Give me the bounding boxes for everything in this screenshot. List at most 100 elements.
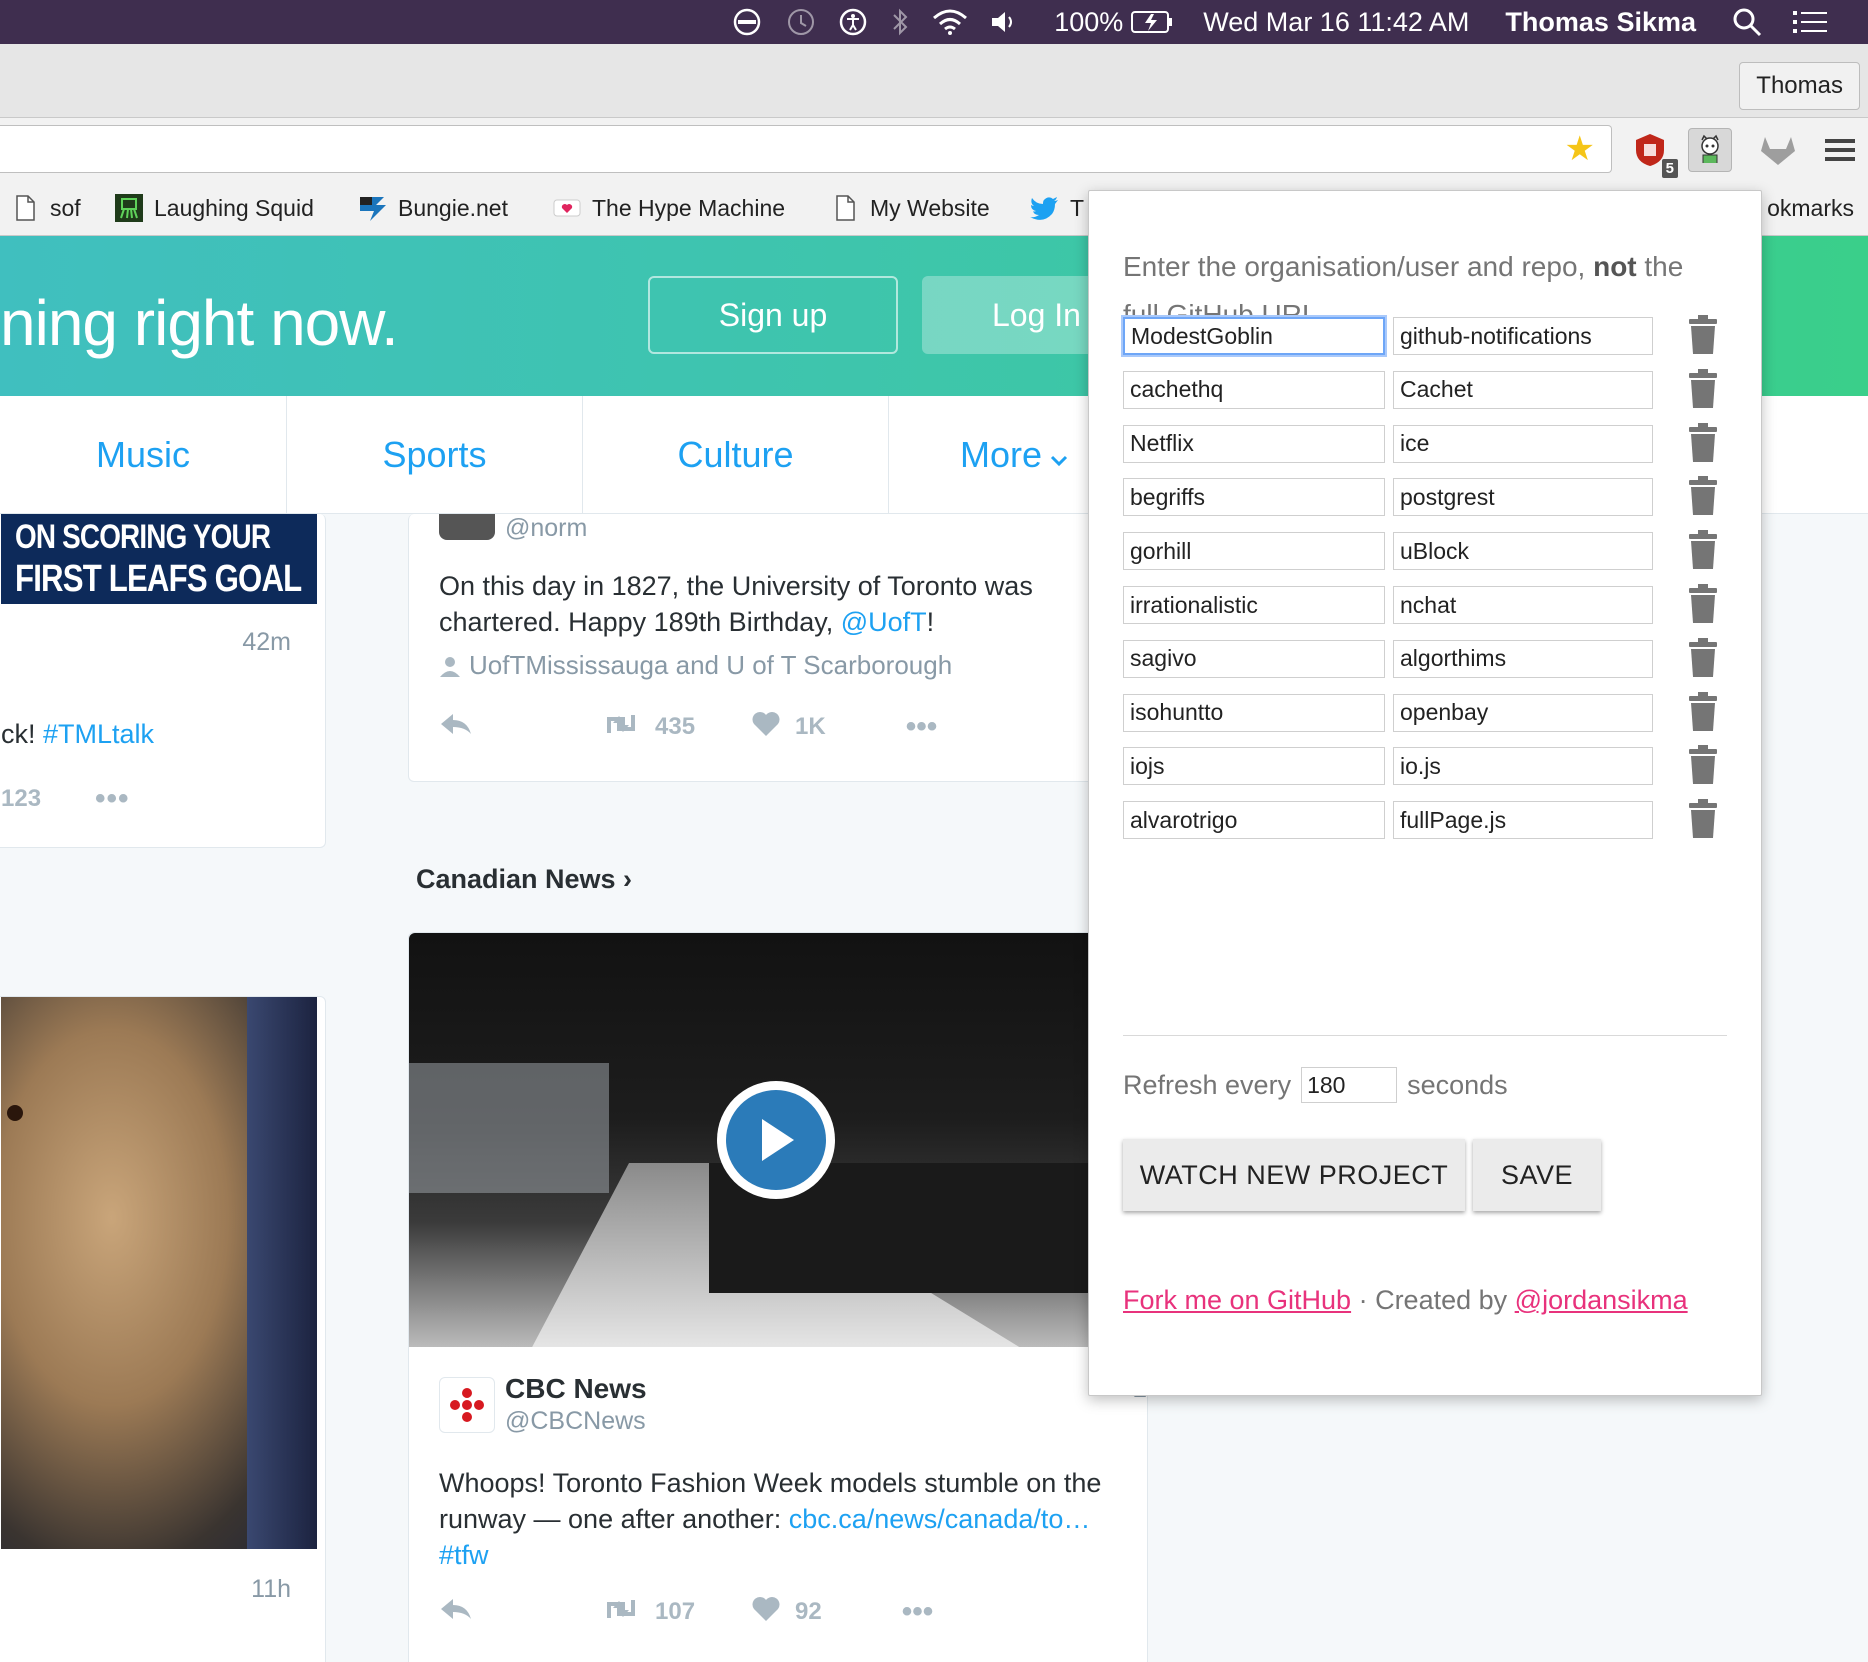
macos-menubar: 100% Wed Mar 16 11:42 AM Thomas Sikma [0, 0, 1868, 44]
refresh-interval-input[interactable] [1301, 1067, 1398, 1103]
watch-new-project-button[interactable]: WATCH NEW PROJECT [1123, 1139, 1465, 1211]
bluetooth-icon[interactable] [890, 7, 910, 37]
trash-icon[interactable] [1689, 476, 1717, 516]
browser-menu-icon[interactable] [1818, 128, 1862, 172]
github-notifications-extension-icon[interactable] [1688, 128, 1732, 172]
repo-input[interactable] [1393, 532, 1653, 571]
bookmark-sof[interactable]: sof [10, 180, 81, 236]
tab-music[interactable]: Music [0, 396, 287, 514]
bookmark-twitter[interactable]: T [1030, 180, 1084, 236]
bookmark-hype-machine[interactable]: The Hype Machine [552, 180, 785, 236]
volume-icon[interactable] [990, 9, 1018, 35]
repo-input[interactable] [1393, 747, 1653, 786]
tweet-context[interactable]: UofTMississauga and U of T Scarborough [439, 650, 952, 681]
trash-icon[interactable] [1689, 799, 1717, 839]
play-button-icon[interactable] [717, 1081, 835, 1199]
ublock-extension-icon[interactable]: 5 [1628, 128, 1678, 178]
blue-fabric [247, 997, 317, 1549]
tweet-handle[interactable]: @CBCNews [505, 1407, 646, 1436]
runway-video[interactable] [409, 933, 1149, 1347]
profile-button[interactable]: Thomas [1739, 62, 1860, 110]
org-input[interactable] [1123, 424, 1385, 463]
trash-icon[interactable] [1689, 315, 1717, 355]
spotlight-search-icon[interactable] [1732, 7, 1762, 37]
org-input[interactable] [1123, 370, 1385, 409]
section-title-canadian-news[interactable]: Canadian News › [416, 864, 632, 895]
trash-icon[interactable] [1689, 422, 1717, 463]
repo-input[interactable] [1393, 801, 1653, 840]
battery-percent: 100% [1054, 6, 1124, 37]
more-options-icon[interactable]: ••• [95, 782, 130, 816]
reply-icon[interactable] [439, 712, 473, 743]
org-input[interactable] [1123, 532, 1385, 571]
org-input[interactable] [1123, 801, 1385, 840]
org-input[interactable] [1123, 317, 1385, 355]
repo-input[interactable] [1393, 586, 1653, 624]
tab-sports[interactable]: Sports [287, 396, 583, 514]
repo-input[interactable] [1393, 639, 1653, 678]
bookmark-my-website[interactable]: My Website [830, 180, 990, 236]
org-input[interactable] [1123, 586, 1385, 624]
org-input[interactable] [1123, 639, 1385, 678]
org-input[interactable] [1123, 478, 1385, 517]
trash-icon[interactable] [1689, 691, 1717, 732]
repo-input[interactable] [1393, 424, 1653, 463]
accessibility-icon[interactable] [838, 7, 868, 37]
signup-button[interactable]: Sign up [648, 276, 898, 354]
teddy-bear-image[interactable] [1, 997, 317, 1549]
do-not-disturb-icon[interactable] [732, 7, 762, 37]
hype-machine-icon [553, 199, 581, 217]
article-link[interactable]: cbc.ca/news/canada/to… [789, 1504, 1091, 1534]
time-machine-icon[interactable] [784, 7, 816, 37]
fork-on-github-link[interactable]: Fork me on GitHub [1123, 1285, 1351, 1315]
org-input[interactable] [1123, 747, 1385, 786]
tweet-card-left: ON SCORING YOUR FIRST LEAFS GOAL 42m ck!… [0, 514, 326, 848]
hashtag-link[interactable]: #TMLtalk [43, 719, 154, 749]
wifi-icon[interactable] [932, 8, 968, 36]
tweet-time[interactable]: 11h [251, 1575, 291, 1604]
tweet-handle[interactable]: @norm [505, 514, 587, 543]
org-input[interactable] [1123, 693, 1385, 732]
gitlab-extension-icon[interactable] [1756, 128, 1800, 172]
cbc-avatar[interactable] [439, 1377, 495, 1433]
tweet-card-bear: 11h [0, 996, 326, 1662]
address-bar[interactable]: ★ [0, 125, 1612, 173]
extension-badge: 5 [1661, 159, 1678, 178]
other-bookmarks[interactable]: okmarks [1767, 180, 1854, 236]
tweet-image-leafs[interactable]: ON SCORING YOUR FIRST LEAFS GOAL [1, 514, 317, 604]
trash-icon[interactable] [1689, 745, 1717, 785]
reply-icon[interactable] [439, 1597, 473, 1628]
heart-icon[interactable] [751, 711, 781, 744]
menubar-user[interactable]: Thomas Sikma [1505, 7, 1696, 38]
heart-icon[interactable] [751, 1596, 781, 1629]
bookmark-bungie[interactable]: Bungie.net [358, 180, 508, 236]
bookmark-star-icon[interactable]: ★ [1565, 132, 1595, 166]
repo-input[interactable] [1393, 370, 1653, 409]
trash-icon[interactable] [1689, 530, 1717, 570]
retweet-icon[interactable] [601, 711, 641, 744]
tab-culture[interactable]: Culture [583, 396, 889, 514]
repo-row [1123, 476, 1723, 518]
repo-input[interactable] [1393, 317, 1653, 355]
trash-icon[interactable] [1689, 584, 1717, 624]
repo-input[interactable] [1393, 693, 1653, 732]
menubar-clock[interactable]: Wed Mar 16 11:42 AM [1203, 7, 1469, 38]
hashtag-link[interactable]: #tfw [439, 1540, 489, 1570]
mention-link[interactable]: @UofT [841, 607, 927, 637]
more-options-icon[interactable]: ••• [902, 1595, 934, 1629]
more-options-icon[interactable]: ••• [906, 710, 938, 744]
hero-headline: ning right now. [0, 287, 399, 359]
tweet-time[interactable]: 42m [242, 628, 291, 657]
battery-icon[interactable] [1131, 10, 1173, 34]
trash-icon[interactable] [1689, 368, 1717, 409]
retweet-icon[interactable] [601, 1596, 641, 1629]
like-count: 92 [795, 1598, 822, 1625]
save-button[interactable]: SAVE [1473, 1139, 1601, 1211]
avatar[interactable] [439, 514, 495, 540]
notification-center-icon[interactable] [1792, 8, 1828, 36]
repo-input[interactable] [1393, 478, 1653, 517]
trash-icon[interactable] [1689, 637, 1717, 678]
tweet-author-name[interactable]: CBC News [505, 1373, 647, 1405]
author-link[interactable]: @jordansikma [1515, 1285, 1688, 1315]
bookmark-laughing-squid[interactable]: Laughing Squid [114, 180, 314, 236]
